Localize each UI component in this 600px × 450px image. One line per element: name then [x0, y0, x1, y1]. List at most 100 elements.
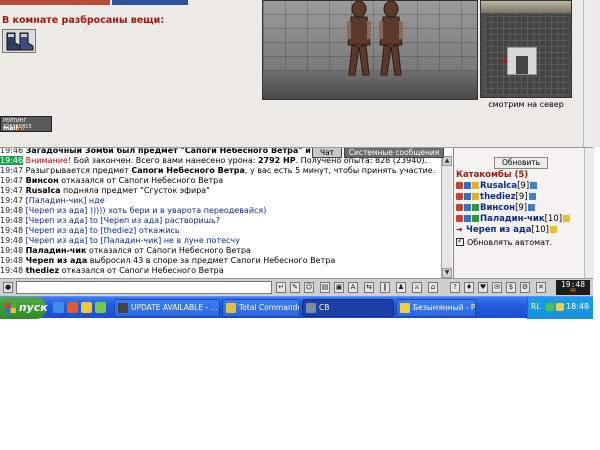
volume-icon[interactable]	[556, 303, 564, 311]
filter-icon[interactable]: ▤	[320, 282, 330, 293]
dungeon-view[interactable]	[262, 0, 478, 100]
player-row[interactable]: Паладин-чик[10]	[456, 214, 571, 224]
quest-icon[interactable]: ?	[450, 282, 460, 293]
nick-link[interactable]: [Паладин-чик]	[26, 196, 87, 205]
zombie-figures-icon	[347, 1, 403, 76]
align-icon	[472, 215, 479, 222]
save-log-icon[interactable]: ▣	[334, 282, 344, 293]
clan-icon	[464, 215, 471, 222]
windows-logo-icon	[5, 303, 16, 313]
floppy-icon	[226, 303, 236, 313]
boots-item-icon[interactable]	[2, 29, 36, 53]
nick-link[interactable]: [Череп из ада]	[26, 206, 88, 215]
minimap-ornament	[481, 1, 571, 13]
smiles-icon[interactable]: ☺	[304, 282, 314, 293]
nick-link[interactable]: thediez	[26, 266, 60, 275]
hp-bar	[0, 0, 190, 5]
clan-icon	[464, 193, 471, 200]
chat-line: 19:48 thediez отказался от Сапоги Небесн…	[0, 266, 224, 275]
start-button[interactable]: пуск	[0, 297, 48, 319]
system-clock[interactable]: 18:48	[566, 302, 589, 311]
game-icon	[306, 303, 316, 313]
tab-chat[interactable]: Чат	[312, 148, 342, 158]
task-update-available[interactable]: UPDATE AVAILABLE - ...	[114, 299, 220, 317]
window-icon	[118, 303, 128, 313]
auto-refresh-checkbox[interactable]: Обновлять автомат.	[456, 236, 552, 247]
clan-icon	[464, 204, 471, 211]
chat-line: 19:48 [Череп из ада] to [Паладин-чик] не…	[0, 236, 240, 245]
rating-counter-badge[interactable]: РЕЙТИНГ 426115815 mailru	[0, 116, 52, 132]
info-icon[interactable]	[563, 215, 571, 222]
font-icon[interactable]: A	[348, 282, 358, 293]
map-icon[interactable]: ⌂	[428, 282, 438, 293]
info-icon[interactable]	[528, 204, 536, 211]
nick-link[interactable]: Паладин-чик	[26, 246, 87, 255]
checkbox-checked-icon[interactable]	[456, 236, 464, 246]
chat-scrollbar[interactable]: ▲ ▼	[441, 156, 452, 278]
tab-system-messages[interactable]: Системные сообщения	[344, 148, 444, 158]
language-indicator[interactable]: RL	[531, 302, 540, 311]
settings-icon[interactable]: ⚙	[520, 282, 530, 293]
mail-icon[interactable]: ✉	[492, 282, 502, 293]
player-row[interactable]: thediez[9]	[456, 192, 536, 202]
chat-toolbar: ● ↵ ✎ ☺ ▤ ▣ A ⇆ ‖ ♟ ⚔ ⌂ ? ♦ ♥ ✉ $ ⚙ ✕ 19…	[0, 278, 593, 296]
minimap[interactable]: ✦	[480, 0, 572, 98]
refresh-button[interactable]: Обновить	[494, 157, 548, 169]
scroll-down-icon[interactable]: ▼	[442, 268, 452, 278]
game-top-area: В комнате разбросаны вещи: РЕЙТИНГ 42611…	[0, 0, 600, 147]
walk-icon[interactable]: ♟	[396, 282, 406, 293]
nick-link[interactable]: [Череп из ада]	[26, 226, 88, 235]
chat-line: 19:47 Разыгрывается предмет Сапоги Небес…	[0, 166, 436, 175]
nick-link[interactable]: Череп из ада	[26, 256, 88, 265]
sword-icon	[456, 215, 463, 222]
mana-bar	[112, 0, 188, 5]
friends-icon[interactable]: ♥	[478, 282, 488, 293]
chat-menu-icon[interactable]: ●	[3, 282, 13, 293]
quick-launch-icon[interactable]	[95, 302, 106, 313]
network-icon[interactable]	[546, 303, 554, 311]
show-desktop-icon[interactable]	[53, 302, 64, 313]
items-title: В комнате разбросаны вещи:	[2, 15, 165, 26]
task-paint[interactable]: Безымянный - Paint	[396, 299, 476, 317]
right-panel-scrollbar[interactable]	[584, 148, 594, 279]
nick-link[interactable]: [Череп из ада]	[26, 236, 88, 245]
sword-icon	[456, 182, 463, 189]
player-row[interactable]: Винсон[9]	[456, 203, 536, 213]
nick-link[interactable]: [Череп из ада]	[26, 216, 88, 225]
chat-log[interactable]: Чат Системные сообщения 19:46 Загадочный…	[0, 147, 453, 278]
top-scrollbar[interactable]	[583, 0, 593, 147]
chat-input[interactable]	[16, 281, 272, 294]
battle-icon[interactable]: ⚔	[412, 282, 422, 293]
info-icon[interactable]	[530, 182, 538, 189]
chat-line: 19:47 Rusalca подняла предмет "Сгусток э…	[0, 186, 210, 195]
chat-line: 19:48 [Череп из ада] to [Череп из ада] р…	[0, 216, 220, 225]
browser-icon[interactable]	[67, 302, 78, 313]
chat-line: 19:47 [Паладин-чик] нде	[0, 196, 105, 205]
nick-link[interactable]: Rusalca	[26, 186, 61, 195]
pause-icon[interactable]: ‖	[380, 282, 390, 293]
sword-icon	[456, 204, 463, 211]
shop-icon[interactable]: $	[506, 282, 516, 293]
player-marker-icon: ✦	[501, 57, 509, 67]
hp-bar-red	[0, 0, 110, 5]
translit-icon[interactable]: ⇆	[364, 282, 374, 293]
media-player-icon[interactable]	[81, 302, 92, 313]
exit-icon[interactable]: ✕	[536, 282, 546, 293]
task-total-commander[interactable]: Total Commander 7.0...	[222, 299, 300, 317]
send-icon[interactable]: ↵	[276, 282, 286, 293]
player-row[interactable]: ➜ Череп из ада[10]	[456, 225, 557, 235]
facing-direction-caption: смотрим на север	[488, 100, 564, 109]
mail-ru-logo: mailru	[3, 125, 25, 132]
chat-line: 19:47 Винсон отказался от Сапоги Небесно…	[0, 176, 224, 185]
inventory-icon[interactable]: ♦	[464, 282, 474, 293]
paint-icon	[400, 303, 410, 313]
task-cb[interactable]: CB	[302, 299, 394, 317]
chat-line: 19:48 [Череп из ада] to [thediez] откажи…	[0, 226, 180, 235]
info-icon[interactable]	[528, 193, 536, 200]
clear-icon[interactable]: ✎	[290, 282, 300, 293]
info-icon[interactable]	[549, 226, 557, 233]
nick-link[interactable]: Винсон	[26, 176, 59, 185]
player-row[interactable]: Rusalca[9]	[456, 181, 538, 191]
location-name: Катакомбы (5)	[456, 170, 529, 180]
game-clock: 19:48 46	[556, 280, 590, 295]
